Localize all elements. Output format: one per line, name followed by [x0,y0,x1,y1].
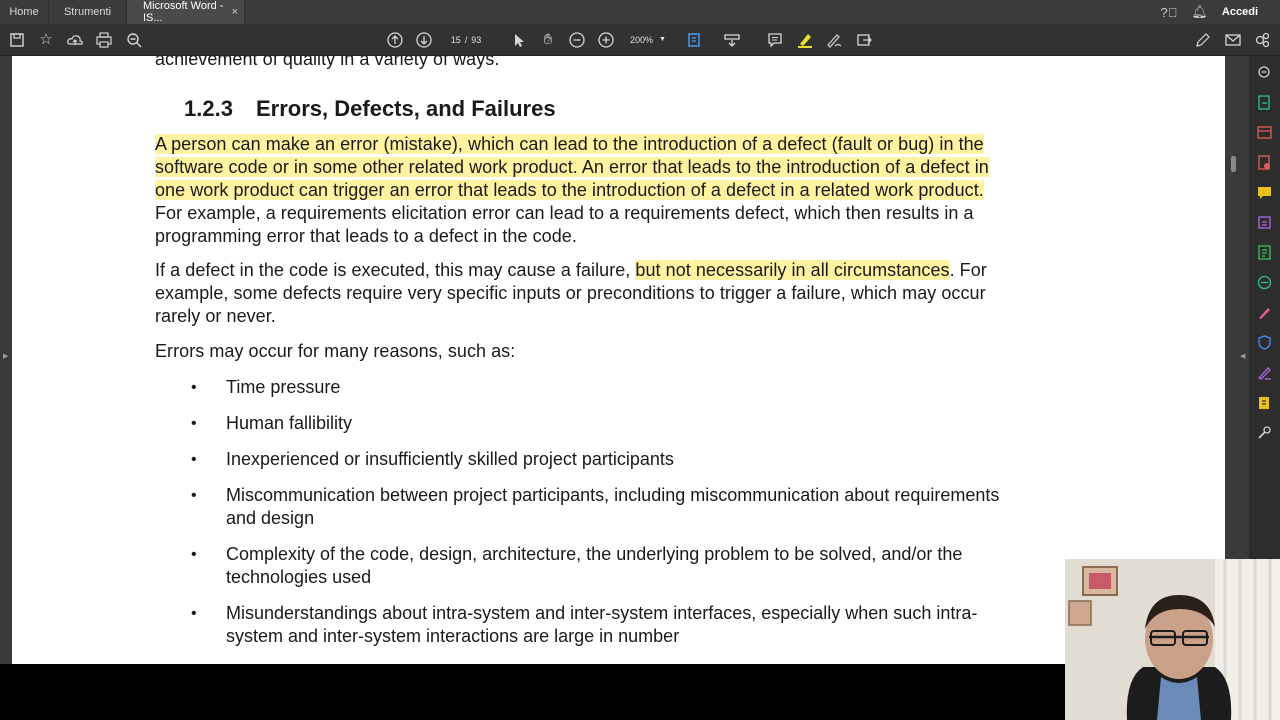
print-icon[interactable] [95,31,113,49]
scroll-mode-icon[interactable] [723,31,741,49]
para2-line3: rarely or never. [155,306,276,326]
page-separator: / [464,35,468,45]
search-icon[interactable] [1256,64,1273,81]
list-item: Miscommunication between project partici… [226,485,1000,505]
bullet-marker: • [191,487,197,504]
close-icon[interactable]: × [232,6,238,18]
organize-pages-icon[interactable] [1256,214,1273,231]
share-icon[interactable] [855,31,873,49]
para1-line3: one work product can trigger an error th… [155,179,984,202]
help-icon[interactable]: ?⃝ [1160,5,1177,20]
comment-icon[interactable] [766,31,784,49]
para2-line2: example, some defects require very speci… [155,283,986,303]
scroll-thumb[interactable] [1231,156,1236,172]
list-item-cont: system and inter-system interactions are… [226,626,680,646]
list-item: Time pressure [226,377,341,397]
hand-icon[interactable]: ✋︎ [539,31,557,49]
protect-icon[interactable] [1256,334,1273,351]
more-tools-icon[interactable] [1256,424,1273,441]
pointer-icon[interactable] [510,31,528,49]
edit-pdf-icon[interactable] [1256,244,1273,261]
save-icon[interactable] [8,31,26,49]
page-down-icon[interactable] [415,31,433,49]
highlighted-text: software code or in some other related w… [155,157,989,177]
left-panel-toggle[interactable]: ▶ [0,56,12,664]
highlighted-text: but not necessarily in all circumstances [635,260,950,280]
webcam-overlay [1065,559,1280,720]
list-item-cont: technologies used [226,567,372,587]
section-title: Errors, Defects, and Failures [256,96,556,121]
para2-line1-start: If a defect in the code is executed, thi… [155,260,636,280]
tab-home-label: Home [9,6,39,18]
collapse-right-icon[interactable]: ◀ [1240,352,1245,360]
send-for-review-icon[interactable] [1256,394,1273,411]
draw-icon[interactable] [1256,364,1273,381]
fit-page-icon[interactable] [686,31,704,49]
chevron-down-icon: ▼ [659,36,666,43]
para1-line5: programming error that leads to a defect… [155,226,577,246]
tab-document-label: Microsoft Word - IS... [143,0,224,24]
para1-line2: software code or in some other related w… [155,156,989,179]
sign-icon[interactable] [825,31,843,49]
list-item: Inexperienced or insufficiently skilled … [226,449,674,469]
highlighter-icon[interactable] [796,31,814,49]
pen-icon[interactable] [1194,31,1212,49]
doc-top-line: achievement of quality in a variety of w… [155,56,500,69]
signin-button[interactable]: Accedi [1222,6,1258,18]
expand-left-icon: ▶ [3,353,9,360]
zoom-value: 200% [630,35,654,45]
tab-bar: Home Strumenti Microsoft Word - IS... × … [0,0,1280,24]
list-item: Misunderstandings about intra-system and… [226,603,978,623]
tab-document[interactable]: Microsoft Word - IS... × [127,0,245,24]
page-number-field[interactable]: 15 / 93 [442,32,490,48]
zoom-select[interactable]: 200% ▼ [624,32,672,48]
zoom-in-icon[interactable] [597,31,615,49]
comment-tool-icon[interactable] [1256,184,1273,201]
list-item: Complexity of the code, design, architec… [226,544,963,564]
export-pdf-icon[interactable] [1256,94,1273,111]
bullet-marker: • [191,546,197,563]
toolbar: ☆ 15 / 93 ✋︎ 200% ▼ [0,24,1280,56]
bullet-marker: • [191,451,197,468]
star-icon[interactable]: ☆ [37,31,55,49]
highlighted-text: one work product can trigger an error th… [155,180,984,200]
tab-tools[interactable]: Strumenti [49,0,127,24]
bell-icon[interactable]: 🔔︎ [1191,4,1208,20]
zoom-out-icon[interactable] [568,31,586,49]
combine-files-icon[interactable] [1256,154,1273,171]
section-number: 1.2.3 [184,96,233,121]
bullet-marker: • [191,415,197,432]
zoom-out-search-icon[interactable] [125,31,143,49]
scan-ocr-icon[interactable] [1256,274,1273,291]
fill-sign-icon[interactable] [1256,304,1273,321]
page-current: 15 [450,35,461,45]
tab-home[interactable]: Home [0,0,49,24]
para1-line1: A person can make an error (mistake), wh… [155,133,984,156]
page-up-icon[interactable] [386,31,404,49]
page-total: 93 [471,35,482,45]
bullet-marker: • [191,605,197,622]
para1-line4: For example, a requirements elicitation … [155,203,974,223]
highlighted-text: A person can make an error (mistake), wh… [155,134,984,154]
document-page: achievement of quality in a variety of w… [12,56,1225,664]
link-icon[interactable] [1254,31,1272,49]
mail-icon[interactable] [1224,31,1242,49]
bullet-marker: • [191,379,197,396]
list-item: Human fallibility [226,413,353,433]
para3: Errors may occur for many reasons, such … [155,341,516,361]
section-heading: 1.2.3 Errors, Defects, and Failures [184,96,556,122]
para2-line1: If a defect in the code is executed, thi… [155,259,987,282]
tab-tools-label: Strumenti [63,6,112,18]
upload-icon[interactable] [66,31,84,49]
list-item-cont: and design [226,508,315,528]
para2-line1-end: . For [949,260,987,280]
create-pdf-icon[interactable] [1256,124,1273,141]
